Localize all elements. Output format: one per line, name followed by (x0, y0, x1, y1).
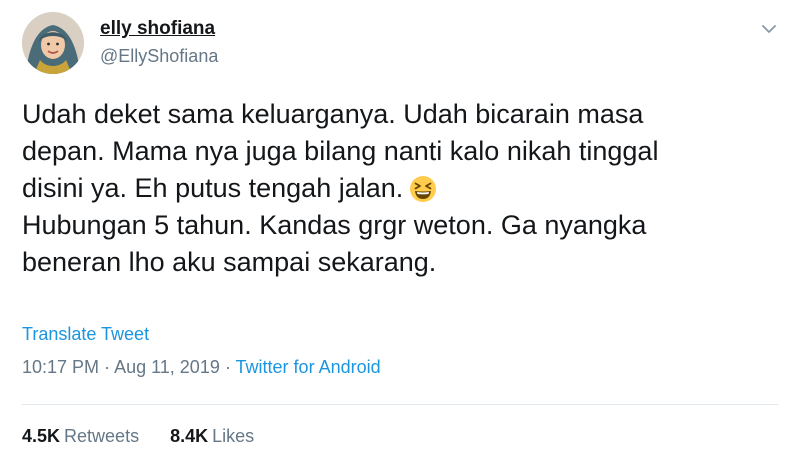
divider (22, 404, 778, 405)
user-display-name[interactable]: elly shofiana (100, 18, 215, 40)
tweet-card: elly shofiana @EllyShofiana Udah deket s… (0, 0, 800, 467)
tweet-text-line: beneran lho aku sampai sekarang. (22, 247, 437, 277)
tweet-date[interactable]: Aug 11, 2019 (114, 357, 220, 377)
tweet-text-line: Hubungan 5 tahun. Kandas grgr weton. Ga … (22, 210, 647, 240)
retweets-label: Retweets (64, 426, 140, 446)
likes-stat[interactable]: 8.4K Likes (170, 426, 254, 447)
chevron-down-icon[interactable] (760, 20, 778, 38)
tweet-text-line: depan. Mama nya juga bilang nanti kalo n… (22, 136, 659, 166)
tweet-source-link[interactable]: Twitter for Android (236, 357, 381, 377)
translate-tweet-link[interactable]: Translate Tweet (22, 324, 149, 345)
user-handle: @EllyShofiana (100, 46, 219, 66)
tweet-text-line: Udah deket sama keluarganya. Udah bicara… (22, 99, 644, 129)
tweet-text: Udah deket sama keluarganya. Udah bicara… (22, 96, 782, 281)
tweet-stats: 4.5K Retweets 8.4K Likes (22, 426, 280, 447)
tweet-text-line: disini ya. Eh putus tengah jalan. (22, 173, 404, 203)
retweets-stat[interactable]: 4.5K Retweets (22, 426, 139, 447)
profile-photo-icon (22, 12, 84, 74)
tweet-time[interactable]: 10:17 PM (22, 357, 99, 377)
retweets-count: 4.5K (22, 426, 61, 446)
grinning-squinting-face-emoji-icon (409, 175, 437, 203)
meta-separator: · (104, 357, 111, 377)
avatar[interactable] (22, 12, 84, 74)
likes-count: 8.4K (170, 426, 209, 446)
meta-separator: · (224, 357, 231, 377)
tweet-text-line-with-emoji: disini ya. Eh putus tengah jalan. (22, 170, 782, 207)
likes-label: Likes (212, 426, 255, 446)
tweet-metadata: 10:17 PM · Aug 11, 2019 · Twitter for An… (22, 357, 381, 378)
